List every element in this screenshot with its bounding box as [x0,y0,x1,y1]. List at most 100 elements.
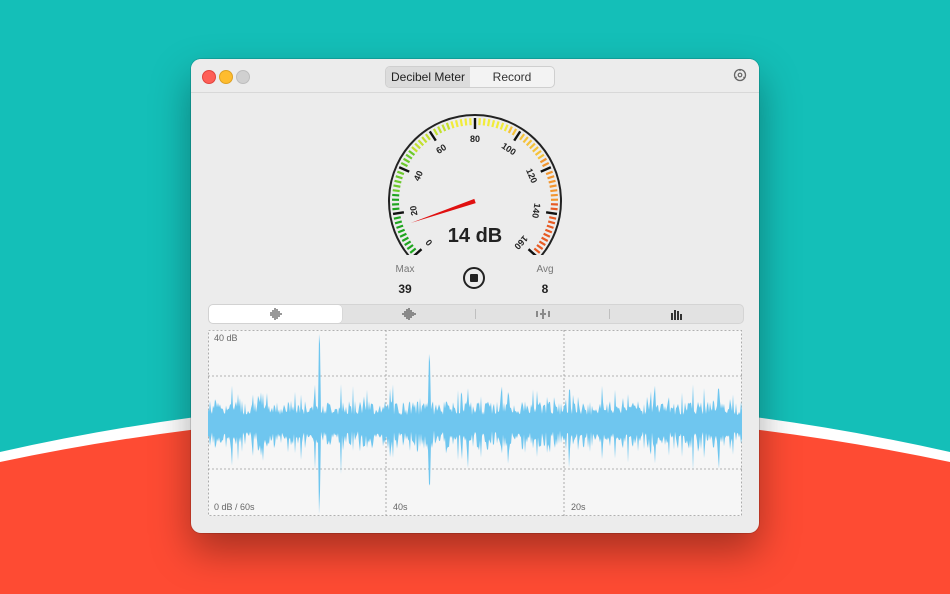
gauge-tick [396,170,405,176]
gauge-tick [450,121,455,129]
gauge-tick [495,121,500,129]
gauge-tick [542,161,550,168]
gauge-tick [544,228,553,234]
gauge-tick [533,247,541,254]
gauge-tick [547,220,556,225]
gauge-tick [399,232,407,238]
gauge-tick [459,119,464,127]
gauge-tick [486,119,491,127]
gauge-tick [550,207,558,211]
gauge-tick [394,179,402,184]
gauge-tick [437,126,443,134]
stop-icon[interactable] [463,267,485,289]
gauge-tick [424,133,431,141]
gauge-tick [511,128,518,136]
gauge-tick [491,119,496,128]
waveform-narrow-icon [270,308,281,320]
gauge-tick [522,136,529,144]
gauge-tick [549,216,557,220]
gauge-tick [454,119,459,128]
gauge-tick [539,157,548,164]
gauge-tick [441,124,447,132]
gauge-scale-label: 100 [500,141,518,158]
gauge-tick [534,149,542,156]
gauge-tick [417,139,425,147]
zoom-button[interactable] [236,70,250,84]
max-label: Max [395,264,415,275]
gauge-tick [392,207,400,211]
gauge-tick [545,170,554,176]
waveform-sparse-icon [536,309,549,319]
gauge-scale-label: 40 [412,169,425,182]
gauge-tick [404,240,412,247]
gauge-tick [409,247,417,254]
gauge-scale-label: 120 [524,167,539,185]
gauge-tick [546,224,554,229]
gauge-tick [397,228,406,234]
minimize-button[interactable] [219,70,233,84]
gauge-tick [507,126,513,134]
gauge-tick [401,236,409,242]
tab-record[interactable]: Record [470,67,554,87]
gauge-tick [406,244,414,250]
gauge-tick [550,189,558,193]
gauge-tick [432,128,439,136]
mode-waveform-wide[interactable] [342,305,475,323]
gauge-tick [408,149,416,156]
waveform-wide-icon [402,308,415,320]
gauge-tick [548,179,556,184]
bar-chart-icon [670,310,682,320]
gauge-tick [543,232,551,238]
gauge-tick [402,157,411,164]
gauge-tick [392,193,400,197]
gear-icon[interactable] [733,68,747,82]
gauge-tick [538,240,546,247]
mode-waveform-narrow[interactable] [209,305,342,323]
gauge-tick [392,211,405,216]
gauge-tick [519,133,526,141]
gauge-tick [549,184,557,188]
chart-top-label: 40 dB [214,333,238,343]
gauge-tick [393,216,401,220]
gauge-tick [400,161,408,168]
gauge-tick [398,166,410,173]
gauge-tick [394,220,403,225]
gauge-tick [464,118,468,126]
gauge-scale-label: 20 [408,205,419,216]
gauge-tick [529,142,536,150]
gauge-tick [547,175,555,180]
decibel-readout: 14 dB [447,225,503,247]
titlebar: Decibel Meter Record [191,59,759,93]
gauge-tick [545,211,558,216]
waveform-area [208,334,742,514]
waveform-plot [208,330,742,516]
gauge-tick [541,236,549,242]
gauge-scale-label: 80 [470,134,480,144]
mode-bar-chart[interactable] [610,305,743,323]
tab-decibel-meter[interactable]: Decibel Meter [386,67,470,87]
gauge-tick [411,146,418,153]
gauge-tick [532,146,539,153]
max-value: 39 [398,282,412,296]
gauge-tick [537,153,545,160]
gauge-tick [445,122,451,130]
gauge-tick [503,124,509,132]
view-switcher: Decibel Meter Record [385,66,555,88]
close-button[interactable] [202,70,216,84]
chart-x-label-1: 40s [393,502,408,512]
waveform-chart: 40 dB 0 dB / 60s 40s 20s [208,330,742,516]
chart-x-label-0: 0 dB / 60s [214,502,255,512]
mode-waveform-sparse[interactable] [476,305,609,323]
gauge-scale-label: 140 [530,202,542,218]
gauge-tick [393,184,401,188]
gauge-tick [395,175,403,180]
gauge-scale-label: 60 [434,142,448,156]
chart-x-label-2: 20s [571,502,586,512]
gauge-tick [499,122,505,130]
app-window: Decibel Meter Record 0 20 40 60 80 100 120 140 1… [191,59,759,533]
gauge-tick [550,193,558,197]
gauge-tick [405,153,413,160]
avg-label: Avg [536,264,554,275]
gauge-tick [540,166,552,173]
gauge-tick [525,139,533,147]
